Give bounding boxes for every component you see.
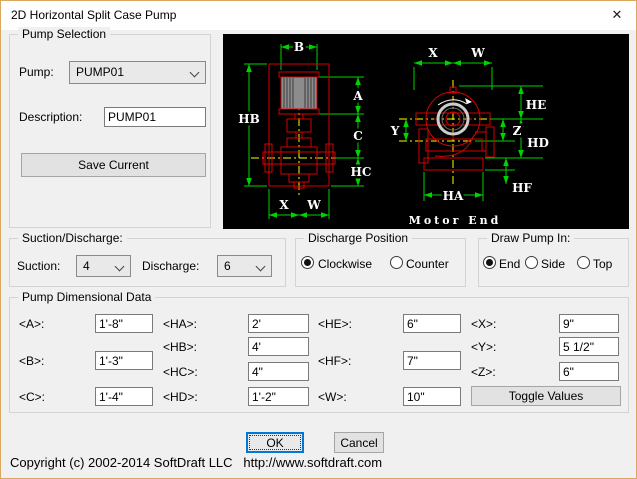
dim-hd-label: <HD>:: [163, 390, 198, 404]
dim-w-label: <W>:: [318, 390, 347, 404]
dimension-labels: B HB A C HC X W X W Y HE Z HD HF HA Moto…: [236, 38, 552, 228]
dim-label-b: B: [294, 40, 304, 54]
dim-b-field[interactable]: [95, 351, 153, 370]
discharge-select-value: 6: [224, 259, 231, 273]
dim-label-x-side: X: [279, 198, 289, 212]
radio-end-label[interactable]: End: [499, 257, 520, 271]
pump-label: Pump:: [19, 65, 54, 79]
dim-he-field[interactable]: [403, 314, 461, 333]
toggle-values-button[interactable]: Toggle Values: [471, 386, 621, 406]
discharge-label: Discharge:: [142, 259, 200, 273]
dim-c-label: <C>:: [19, 390, 46, 404]
dim-a-label: <A>:: [19, 317, 45, 331]
dim-label-w-end: W: [470, 46, 485, 60]
dimensional-data-group-label: Pump Dimensional Data: [18, 290, 156, 304]
chevron-down-icon: [114, 261, 125, 272]
dim-label-x-end: X: [428, 46, 438, 60]
radio-top[interactable]: [577, 256, 590, 269]
description-field[interactable]: [104, 107, 206, 127]
dim-label-y: Y: [390, 124, 400, 138]
radio-counter[interactable]: [390, 256, 403, 269]
radio-end[interactable]: [483, 256, 496, 269]
dim-label-hb: HB: [238, 112, 259, 126]
dim-label-w-side: W: [306, 198, 321, 212]
radio-top-label[interactable]: Top: [593, 257, 612, 271]
dialog-2d-horizontal-split-case-pump: 2D Horizontal Split Case Pump ✕ Pump Sel…: [0, 0, 637, 479]
dim-hd-field[interactable]: [248, 387, 309, 406]
dim-a-field[interactable]: [95, 314, 153, 333]
copyright-text: Copyright (c) 2002-2014 SoftDraft LLC ht…: [10, 455, 383, 470]
dim-z-field[interactable]: [559, 362, 619, 381]
draw-pump-in-group-label: Draw Pump In:: [487, 231, 575, 245]
dim-w-field[interactable]: [403, 387, 461, 406]
dim-hb-label: <HB>:: [163, 340, 198, 354]
dim-c-field[interactable]: [95, 387, 153, 406]
dim-label-he: HE: [526, 98, 546, 112]
pump-selection-group-label: Pump Selection: [18, 27, 111, 41]
dim-x-label: <X>:: [471, 317, 497, 331]
dim-hf-label: <HF>:: [318, 354, 352, 368]
dim-he-label: <HE>:: [318, 317, 353, 331]
cancel-button[interactable]: Cancel: [334, 432, 384, 453]
window-title: 2D Horizontal Split Case Pump: [11, 8, 177, 22]
dim-ha-field[interactable]: [248, 314, 309, 333]
dim-label-z: Z: [513, 124, 522, 138]
dim-hf-field[interactable]: [403, 351, 461, 370]
chevron-down-icon: [255, 261, 266, 272]
suction-discharge-group-label: Suction/Discharge:: [18, 231, 127, 245]
dim-hc-field[interactable]: [248, 362, 309, 381]
dim-hb-field[interactable]: [248, 337, 309, 356]
radio-clockwise[interactable]: [301, 256, 314, 269]
dim-label-hd: HD: [527, 136, 549, 150]
ok-button[interactable]: OK: [246, 432, 304, 453]
dim-label-hc: HC: [351, 165, 372, 179]
dim-label-c: C: [353, 129, 363, 143]
dim-y-label: <Y>:: [471, 340, 497, 354]
title-bar[interactable]: 2D Horizontal Split Case Pump ✕: [1, 1, 636, 30]
radio-side[interactable]: [525, 256, 538, 269]
pump-select-value: PUMP01: [76, 65, 125, 79]
dim-hc-label: <HC>:: [163, 365, 198, 379]
discharge-select[interactable]: 6: [217, 255, 272, 277]
radio-side-label[interactable]: Side: [541, 257, 565, 271]
dim-ha-label: <HA>:: [163, 317, 198, 331]
suction-select-value: 4: [83, 259, 90, 273]
dim-label-ha: HA: [443, 189, 464, 203]
radio-counter-label[interactable]: Counter: [406, 257, 449, 271]
close-icon[interactable]: ✕: [600, 2, 634, 28]
chevron-down-icon: [189, 67, 200, 78]
dim-b-label: <B>:: [19, 354, 45, 368]
pump-diagram-svg: B HB A C HC X W X W Y HE Z HD HF HA Moto…: [236, 38, 552, 228]
motor-end-caption: Motor End: [409, 214, 502, 227]
pump-diagram: B HB A C HC X W X W Y HE Z HD HF HA Moto…: [223, 34, 629, 229]
dim-label-hf: HF: [512, 181, 532, 195]
suction-label: Suction:: [17, 259, 61, 273]
suction-select[interactable]: 4: [76, 255, 131, 277]
discharge-position-group-label: Discharge Position: [304, 231, 413, 245]
save-current-button[interactable]: Save Current: [21, 153, 206, 177]
description-label: Description:: [19, 110, 83, 124]
pump-select[interactable]: PUMP01: [69, 61, 206, 84]
dim-z-label: <Z>:: [471, 365, 496, 379]
radio-clockwise-label[interactable]: Clockwise: [318, 257, 372, 271]
dim-x-field[interactable]: [559, 314, 619, 333]
dim-y-field[interactable]: [559, 337, 619, 356]
dim-label-a: A: [352, 89, 363, 103]
